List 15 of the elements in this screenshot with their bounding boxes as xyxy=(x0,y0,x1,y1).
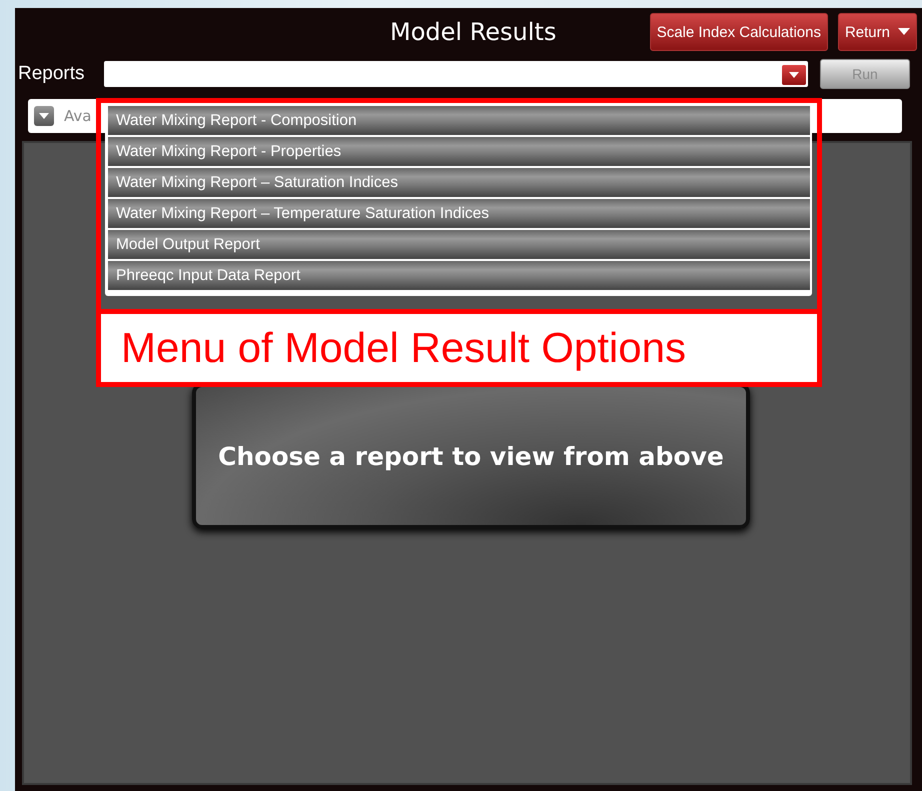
filter-label: Ava xyxy=(64,107,92,125)
reports-dropdown[interactable] xyxy=(104,61,808,87)
report-option[interactable]: Model Output Report xyxy=(108,230,810,259)
report-option[interactable]: Water Mixing Report – Saturation Indices xyxy=(108,168,810,197)
scale-index-button[interactable]: Scale Index Calculations xyxy=(650,13,828,51)
report-option[interactable]: Water Mixing Report - Composition xyxy=(108,106,810,135)
placeholder-message: Choose a report to view from above xyxy=(218,442,724,470)
report-option[interactable]: Phreeqc Input Data Report xyxy=(108,261,810,290)
window-title: Model Results xyxy=(390,18,556,46)
return-menu-button[interactable]: Return xyxy=(838,13,917,51)
caret-icon xyxy=(898,28,910,36)
report-option[interactable]: Water Mixing Report – Temperature Saturation Indices xyxy=(108,199,810,228)
report-option[interactable]: Water Mixing Report - Properties xyxy=(108,137,810,166)
reports-label: Reports xyxy=(18,63,86,85)
expand-toggle-icon[interactable] xyxy=(34,106,54,126)
